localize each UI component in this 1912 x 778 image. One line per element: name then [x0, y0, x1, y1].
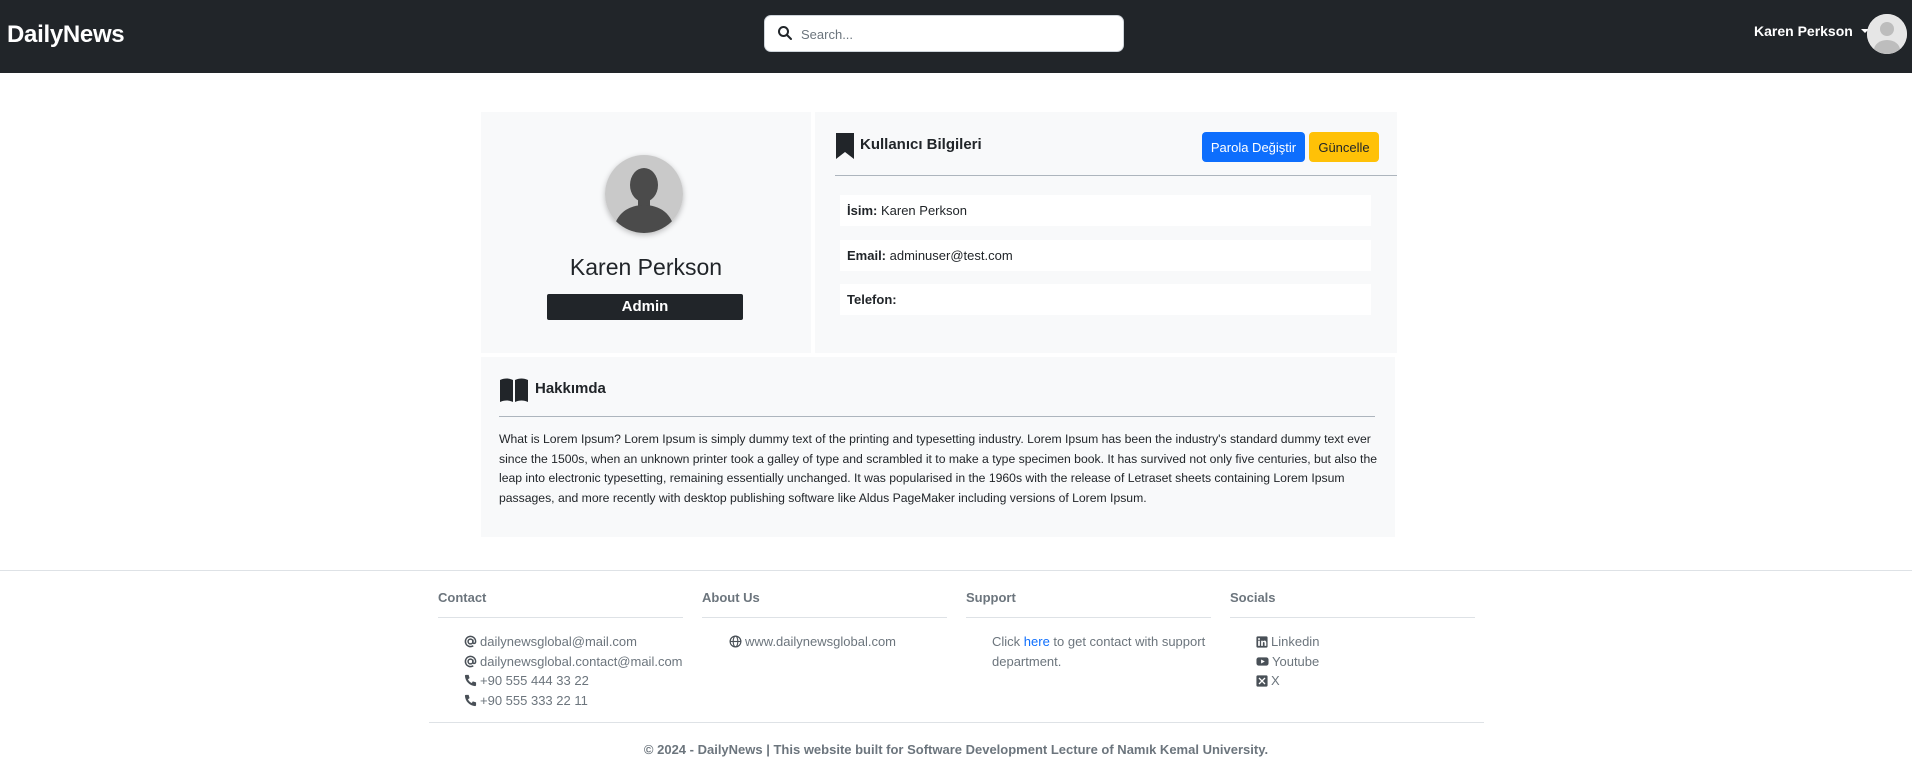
- support-here-link[interactable]: here: [1024, 634, 1050, 649]
- profile-avatar: [605, 155, 683, 233]
- contact-email-item[interactable]: dailynewsglobal@mail.com: [464, 632, 683, 652]
- user-info-card: Kullanıcı Bilgileri Parola Değiştir Günc…: [815, 112, 1397, 353]
- avatar-silhouette-icon: [1867, 14, 1907, 54]
- footer-socials-column: Socials: [1230, 590, 1475, 618]
- footer-divider: [0, 570, 1912, 571]
- contact-phone: +90 555 444 33 22: [480, 673, 589, 689]
- change-password-button[interactable]: Parola Değiştir: [1202, 132, 1305, 162]
- copyright-text: © 2024 - DailyNews | This website built …: [643, 742, 1269, 757]
- about-title: Hakkımda: [535, 380, 606, 397]
- divider: [702, 617, 947, 618]
- field-label: Email:: [847, 248, 887, 263]
- support-text: Click here to get contact with support d…: [992, 632, 1212, 671]
- about-text: What is Lorem Ipsum? Lorem Ipsum is simp…: [499, 432, 1377, 505]
- linkedin-icon: [1256, 636, 1268, 648]
- field-label: İsim:: [847, 203, 878, 218]
- book-open-icon: [500, 378, 528, 402]
- divider: [499, 416, 1375, 417]
- divider: [835, 175, 1397, 176]
- social-label: Youtube: [1272, 653, 1320, 669]
- user-menu-toggle[interactable]: Karen Perkson: [1754, 20, 1869, 42]
- footer-about-title: About Us: [702, 590, 760, 605]
- social-x-link[interactable]: X: [1256, 671, 1319, 691]
- user-avatar-icon[interactable]: [1867, 14, 1907, 54]
- search-icon: [778, 26, 792, 40]
- field-phone-row: Telefon:: [840, 284, 1371, 315]
- socials-list: Linkedin Youtube X: [1256, 632, 1319, 691]
- bookmark-icon: [836, 133, 854, 159]
- footer-contact-column: Contact: [438, 590, 683, 618]
- navbar: DailyNews Karen Perkson: [0, 0, 1912, 73]
- user-info-title: Kullanıcı Bilgileri: [860, 136, 982, 153]
- support-text-before: Click: [992, 634, 1024, 649]
- contact-email: dailynewsglobal.contact@mail.com: [480, 653, 683, 669]
- globe-icon: [729, 635, 742, 648]
- footer-support-column: Support: [966, 590, 1211, 618]
- role-badge: Admin: [547, 294, 743, 320]
- field-label: Telefon:: [847, 292, 897, 307]
- about-list: www.dailynewsglobal.com: [729, 632, 896, 652]
- phone-icon: [464, 695, 477, 707]
- footer-about-column: About Us: [702, 590, 947, 618]
- website-link[interactable]: www.dailynewsglobal.com: [729, 632, 896, 652]
- footer-bottom-divider: [429, 722, 1484, 723]
- social-linkedin-link[interactable]: Linkedin: [1256, 632, 1319, 652]
- contact-phone-item[interactable]: +90 555 333 22 11: [464, 691, 683, 711]
- contact-list: dailynewsglobal@mail.com dailynewsglobal…: [464, 632, 683, 710]
- divider: [966, 617, 1211, 618]
- field-value: Karen Perkson: [880, 203, 967, 218]
- user-menu-name: Karen Perkson: [1754, 23, 1853, 39]
- footer-support-title: Support: [966, 590, 1016, 605]
- contact-phone: +90 555 333 22 11: [480, 692, 588, 708]
- brand-logo[interactable]: DailyNews: [7, 21, 125, 49]
- field-email-row: Email: adminuser@test.com: [840, 240, 1371, 271]
- contact-phone-item[interactable]: +90 555 444 33 22: [464, 671, 683, 691]
- update-button[interactable]: Güncelle: [1309, 132, 1379, 162]
- website-text: www.dailynewsglobal.com: [745, 634, 897, 649]
- contact-email-item[interactable]: dailynewsglobal.contact@mail.com: [464, 652, 683, 672]
- x-twitter-icon: [1256, 675, 1268, 687]
- social-label: X: [1271, 673, 1280, 689]
- field-value: adminuser@test.com: [889, 248, 1013, 263]
- search-input[interactable]: [799, 20, 1113, 49]
- search-box[interactable]: [764, 15, 1124, 52]
- about-card: Hakkımda What is Lorem Ipsum? Lorem Ipsu…: [481, 357, 1395, 537]
- profile-card: Karen Perkson Admin: [481, 112, 811, 353]
- profile-name: Karen Perkson: [569, 254, 723, 280]
- social-youtube-link[interactable]: Youtube: [1256, 652, 1319, 672]
- footer-contact-title: Contact: [438, 590, 487, 605]
- contact-email: dailynewsglobal@mail.com: [480, 634, 637, 649]
- youtube-icon: [1256, 657, 1269, 666]
- at-sign-icon: [464, 636, 477, 648]
- social-label: Linkedin: [1271, 634, 1320, 649]
- divider: [1230, 617, 1475, 618]
- user-avatar-icon: [605, 155, 683, 233]
- field-name-row: İsim: Karen Perkson: [840, 195, 1371, 226]
- phone-icon: [464, 675, 477, 687]
- divider: [438, 617, 683, 618]
- at-sign-icon: [464, 655, 477, 668]
- footer-socials-title: Socials: [1230, 590, 1276, 605]
